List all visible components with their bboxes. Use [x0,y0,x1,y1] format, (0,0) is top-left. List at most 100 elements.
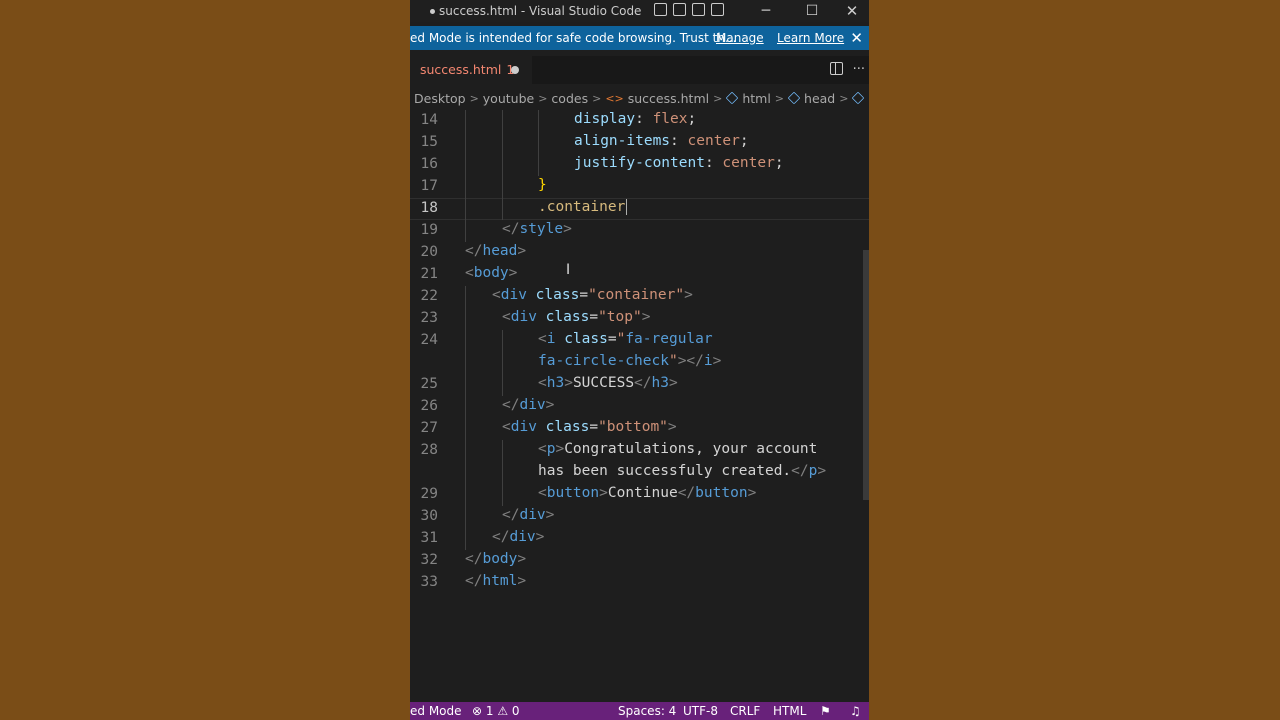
code-text: } [538,177,547,193]
code-text: </div> [502,507,555,523]
code-line[interactable]: 33 </html> [410,572,869,594]
toggle-secondary-sidebar-icon[interactable] [692,3,705,16]
indent-guide [465,396,466,418]
line-number: 16 [420,156,438,172]
toggle-sidebar-icon[interactable] [654,3,667,16]
code-editor[interactable]: I 14 display: flex; 15 align-items: center;… [410,110,869,700]
feedback-icon[interactable]: ⚑ [820,704,831,718]
line-number: 32 [420,552,438,568]
title-bar: success.html - Visual Studio Code ─ ☐ ✕ [410,0,869,22]
code-text: fa-circle-check"></i> [538,353,722,369]
breadcrumb-head[interactable]: head [804,91,835,106]
breadcrumb-desktop[interactable]: Desktop [414,91,466,106]
tab-label: success.html [420,62,502,77]
indentation-status[interactable]: Spaces: 4 [618,704,676,718]
manage-link[interactable]: Manage [716,31,764,45]
indent-guide [502,352,503,374]
chevron-right-icon: > [839,91,849,105]
code-text: <i class="fa-regular [538,331,713,347]
code-line[interactable]: 30 </div> [410,506,869,528]
chevron-right-icon: > [713,91,723,105]
indent-guide [465,352,466,374]
code-line[interactable]: 18 .container [410,198,869,220]
breadcrumb-codes[interactable]: codes [551,91,588,106]
window-controls: ─ ☐ ✕ [743,0,869,22]
code-line[interactable]: 26 </div> [410,396,869,418]
indent-guide [502,132,503,154]
line-number: 18 [420,200,438,216]
indent-guide [538,110,539,132]
indent-guide [465,110,466,132]
code-line[interactable]: 24 <i class="fa-regular [410,330,869,352]
code-line[interactable]: 22 <div class="container"> [410,286,869,308]
indent-guide [465,132,466,154]
eol-status[interactable]: CRLF [730,704,760,718]
language-mode-status[interactable]: HTML [773,704,806,718]
indent-guide [502,330,503,352]
learn-more-link[interactable]: Learn More [777,31,844,45]
code-line[interactable]: has been successfuly created.</p> [410,462,869,484]
tab-success-html[interactable]: success.html1 [410,56,532,84]
restricted-mode-status[interactable]: ed Mode [410,704,462,718]
indent-guide [502,154,503,176]
encoding-status[interactable]: UTF-8 [683,704,718,718]
code-line[interactable]: fa-circle-check"></i> [410,352,869,374]
symbol-icon [787,91,801,105]
indent-guide [465,440,466,462]
maximize-button[interactable]: ☐ [789,0,835,22]
chevron-right-icon: > [592,91,602,105]
code-line[interactable]: 17} [410,176,869,198]
code-line[interactable]: 28 <p>Congratulations, your account [410,440,869,462]
breadcrumb-success-html[interactable]: success.html [628,91,709,106]
breadcrumb: Desktop > youtube > codes > <> success.h… [414,88,869,108]
code-line[interactable]: 32 </body> [410,550,869,572]
toggle-panel-icon[interactable] [673,3,686,16]
customize-layout-icon[interactable] [711,3,724,16]
code-line[interactable]: 25 <h3>SUCCESS</h3> [410,374,869,396]
more-actions-icon[interactable]: ··· [853,62,865,77]
indent-guide [502,176,503,198]
indent-guide [465,462,466,484]
line-number: 25 [420,376,438,392]
line-number: 24 [420,332,438,348]
code-line[interactable]: 21 <body> [410,264,869,286]
code-text: </body> [465,551,527,567]
dismiss-banner-icon[interactable]: ✕ [850,29,863,47]
code-line[interactable]: 15 align-items: center; [410,132,869,154]
text-caret [626,199,628,215]
code-line[interactable]: 31 </div> [410,528,869,550]
line-number: 33 [420,574,438,590]
minimize-button[interactable]: ─ [743,0,789,22]
breadcrumb-style[interactable]: style [868,91,869,106]
breadcrumb-youtube[interactable]: youtube [483,91,534,106]
symbol-icon [852,91,865,105]
indent-guide [465,330,466,352]
status-bar: ed Mode ⊗ 1 ⚠ 0 Spaces: 4 UTF-8 CRLF HTM… [410,702,869,720]
line-number: 21 [420,266,438,282]
indent-guide [465,154,466,176]
notifications-bell-icon[interactable]: ♫ [850,704,861,718]
code-text: </div> [492,529,545,545]
code-line[interactable]: 19 </style> [410,220,869,242]
close-window-button[interactable]: ✕ [835,0,869,22]
indent-guide [465,374,466,396]
code-line[interactable]: 14 display: flex; [410,110,869,132]
editor-actions: ··· [829,62,865,77]
code-line[interactable]: 27 <div class="bottom"> [410,418,869,440]
problems-status[interactable]: ⊗ 1 ⚠ 0 [472,704,520,718]
line-number: 29 [420,486,438,502]
breadcrumb-html[interactable]: html [742,91,770,106]
code-line[interactable]: 23 <div class="top"> [410,308,869,330]
indent-guide [465,418,466,440]
split-editor-icon[interactable] [829,62,843,75]
line-number: 19 [420,222,438,238]
line-number: 23 [420,310,438,326]
code-line[interactable]: 16 justify-content: center; [410,154,869,176]
code-text: has been successfuly created.</p> [538,463,827,479]
line-number: 26 [420,398,438,414]
code-line[interactable]: 20 </head> [410,242,869,264]
tab-bar: success.html1 ··· [410,56,869,84]
code-line[interactable]: 29 <button>Continue</button> [410,484,869,506]
modified-dot-icon[interactable] [511,66,519,74]
indent-guide [465,176,466,198]
